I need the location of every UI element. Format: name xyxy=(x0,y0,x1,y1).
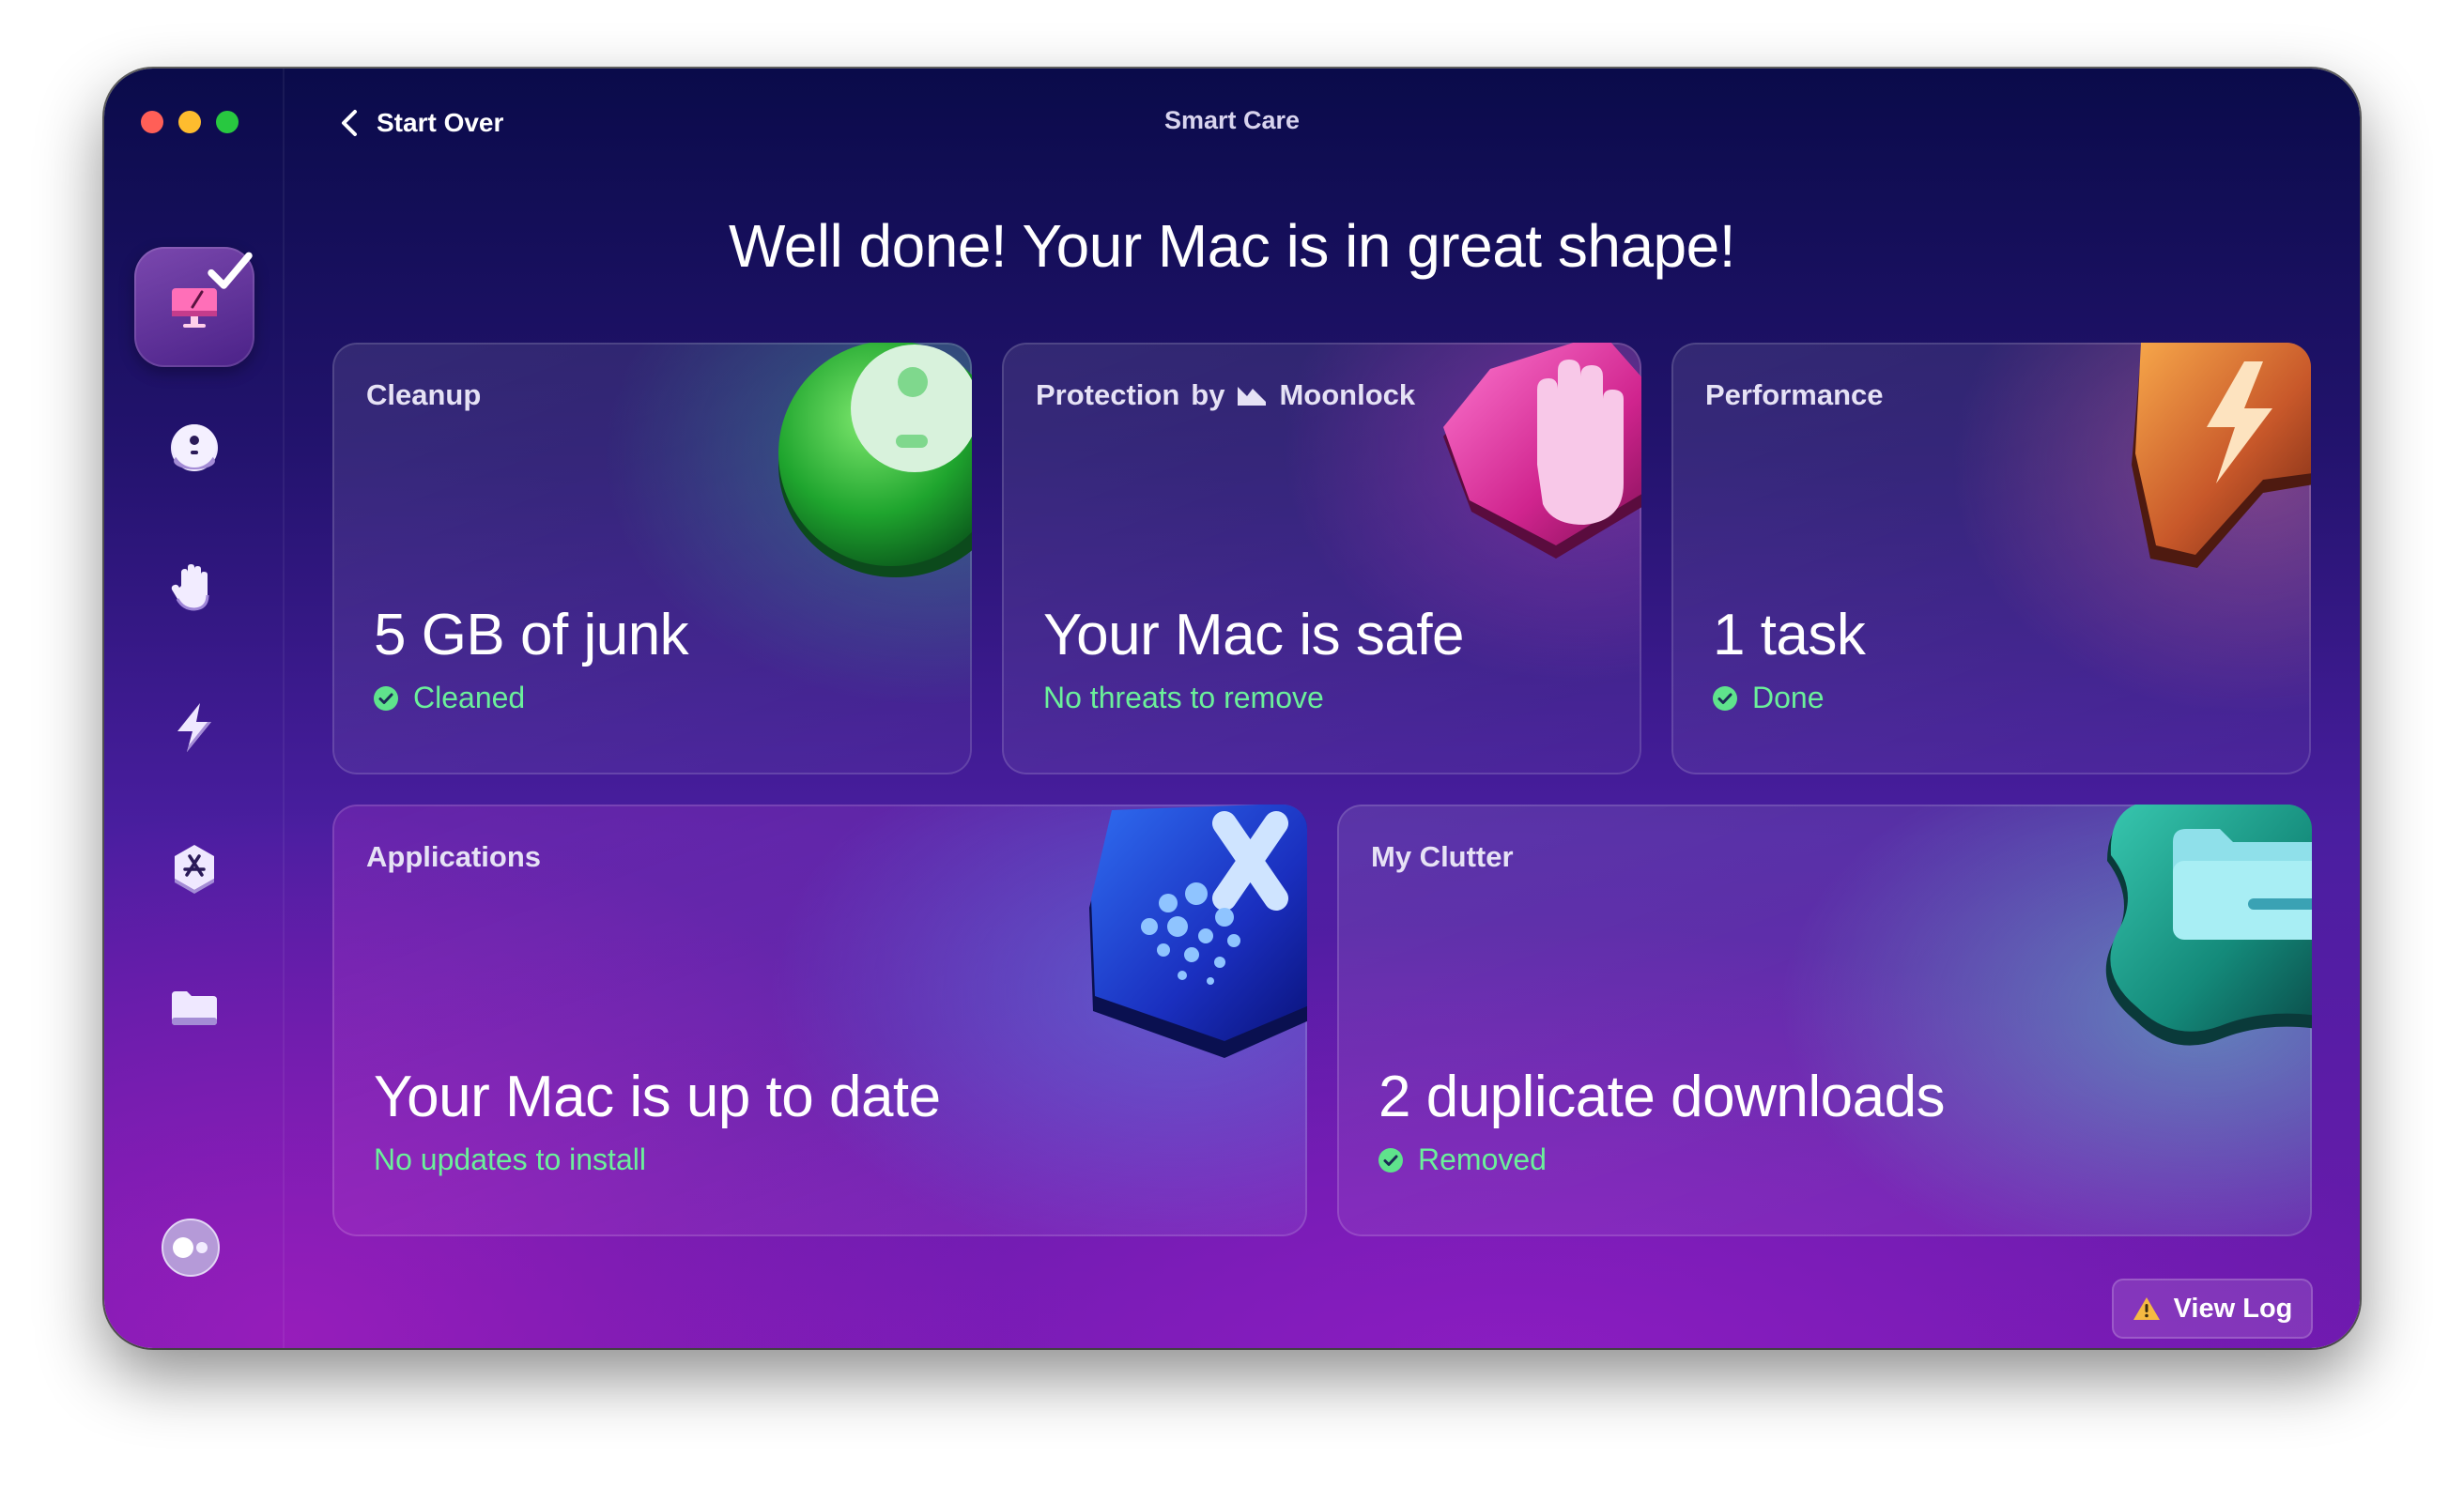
sidebar-item-performance[interactable] xyxy=(134,667,254,788)
my-clutter-card-status: Removed xyxy=(1378,1142,1547,1177)
cleanup-card[interactable]: Cleanup 5 GB of junk Cleaned xyxy=(332,343,972,774)
cleanup-card-label: Cleanup xyxy=(366,378,482,411)
folder-icon xyxy=(172,991,217,1025)
lightning-illustration-icon xyxy=(2132,343,2311,568)
assistant-toggle-button[interactable] xyxy=(161,1218,221,1278)
performance-card[interactable]: Performance 1 task Done xyxy=(1671,343,2311,774)
my-clutter-status-text: Removed xyxy=(1418,1142,1547,1176)
hand-shield-illustration-icon xyxy=(1443,343,1641,559)
protection-card-status: No threats to remove xyxy=(1043,681,1324,715)
protection-card-label: Protection by Moonlock xyxy=(1036,378,1415,412)
applications-card-value: Your Mac is up to date xyxy=(374,1065,941,1129)
performance-status-text: Done xyxy=(1752,681,1825,714)
check-circle-icon xyxy=(1378,1147,1403,1173)
folder-illustration-icon xyxy=(2105,805,2312,1046)
my-clutter-card-label: My Clutter xyxy=(1371,840,1514,873)
hand-icon xyxy=(171,564,209,611)
sidebar-item-cleanup[interactable] xyxy=(134,388,254,508)
applications-card-status: No updates to install xyxy=(374,1142,646,1177)
applications-card[interactable]: Applications Your Mac is up to date No u… xyxy=(332,805,1307,1236)
app-store-illustration-icon xyxy=(1089,805,1307,1058)
green-disc-illustration-icon xyxy=(778,343,972,577)
lightning-icon xyxy=(177,703,211,752)
window-title: Smart Care xyxy=(1163,106,1301,134)
disc-icon xyxy=(171,424,218,471)
app-store-icon xyxy=(175,845,214,894)
protection-label-text: Protection xyxy=(1036,378,1180,411)
view-log-button[interactable]: View Log xyxy=(2112,1279,2313,1339)
warning-triangle-icon xyxy=(2133,1297,2160,1320)
moonlock-logo-icon xyxy=(1238,387,1267,406)
protection-card[interactable]: Protection by Moonlock Your Mac is safe … xyxy=(1002,343,1641,774)
page-headline: Well done! Your Mac is in great shape! xyxy=(728,212,1736,280)
performance-card-status: Done xyxy=(1713,681,1825,715)
view-log-label: View Log xyxy=(2173,1293,2293,1324)
protection-brand-text: Moonlock xyxy=(1279,378,1416,411)
cleanup-card-status: Cleaned xyxy=(374,681,525,715)
protection-card-value: Your Mac is safe xyxy=(1043,603,1465,667)
applications-status-text: No updates to install xyxy=(374,1142,646,1176)
check-circle-icon xyxy=(374,685,398,711)
check-circle-icon xyxy=(1713,685,1737,711)
applications-card-label: Applications xyxy=(366,840,542,873)
cleanup-card-value: 5 GB of junk xyxy=(374,603,689,667)
assistant-toggle-icon xyxy=(162,1219,220,1277)
protection-status-text: No threats to remove xyxy=(1043,681,1324,714)
sidebar-item-my-clutter[interactable] xyxy=(134,948,254,1068)
my-clutter-card-value: 2 duplicate downloads xyxy=(1378,1065,1946,1129)
app-window: Start Over Smart Care Well done! Your Ma… xyxy=(104,69,2360,1348)
performance-card-label: Performance xyxy=(1705,378,1884,411)
performance-card-value: 1 task xyxy=(1713,603,1866,667)
protection-by-text: by xyxy=(1191,378,1225,411)
sidebar-item-applications[interactable] xyxy=(134,807,254,927)
my-clutter-card[interactable]: My Clutter 2 duplicate downloads Removed xyxy=(1337,805,2312,1236)
sidebar-item-protection[interactable] xyxy=(134,528,254,648)
cleanup-status-text: Cleaned xyxy=(413,681,526,714)
